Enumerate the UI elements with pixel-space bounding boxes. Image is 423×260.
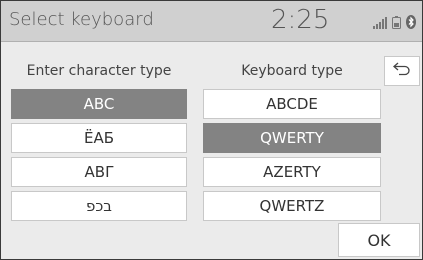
keyboard-abcde-button[interactable]: ABCDE [203, 89, 381, 119]
page-title: Select keyboard [9, 9, 154, 30]
keyboard-qwerty-button[interactable]: QWERTY [203, 123, 381, 153]
char-type-abc-button[interactable]: ABC [11, 89, 187, 119]
char-type-hebrew-button[interactable]: בכפ [11, 191, 187, 221]
keyboard-azerty-button[interactable]: AZERTY [203, 157, 381, 187]
keyboard-qwertz-button[interactable]: QWERTZ [203, 191, 381, 221]
keyboard-select-screen: Select keyboard 2:25 Enter character typ… [0, 0, 423, 260]
char-type-cyrillic-button[interactable]: ЁАБ [11, 123, 187, 153]
signal-bars-icon [373, 14, 387, 33]
character-type-label: Enter character type [26, 63, 172, 79]
bluetooth-icon [406, 14, 416, 33]
status-icons [373, 14, 416, 33]
back-button[interactable] [384, 56, 420, 86]
clock: 2:25 [271, 5, 330, 35]
ok-button[interactable]: OK [338, 223, 420, 257]
return-arrow-icon [392, 61, 412, 81]
char-type-greek-button[interactable]: ΑΒΓ [11, 157, 187, 187]
keyboard-type-label: Keyboard type [241, 63, 343, 79]
header-bar: Select keyboard 2:25 [1, 1, 422, 42]
phone-battery-icon [392, 14, 401, 33]
